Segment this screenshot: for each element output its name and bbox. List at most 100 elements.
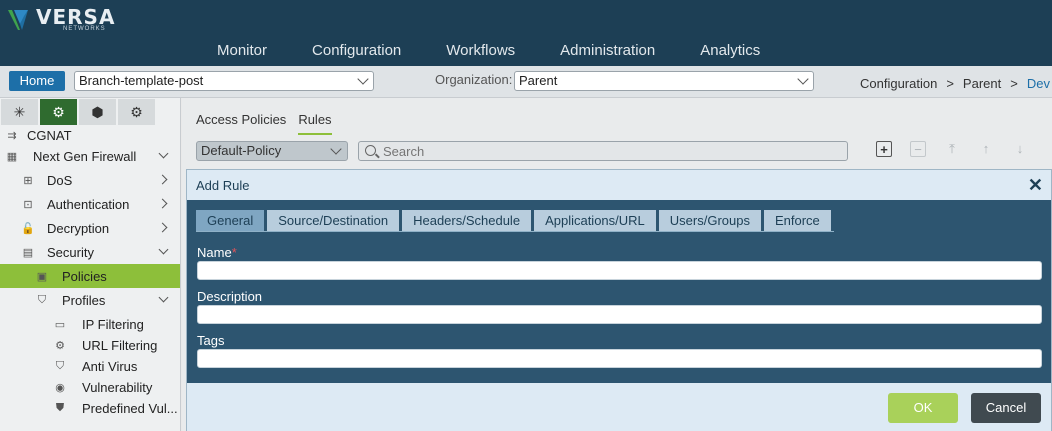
sidebar-item-label: URL Filtering (82, 338, 158, 353)
toolbar-icons: + − ⤒ ↑ ↓ (876, 141, 1046, 157)
breadcrumb-device[interactable]: Dev (1027, 76, 1050, 91)
sidebar-item-label: Next Gen Firewall (33, 148, 137, 164)
network-icon[interactable]: ✳ (1, 99, 38, 125)
dialog-footer: OK Cancel (187, 383, 1051, 431)
tab-source-destination[interactable]: Source/Destination (267, 210, 400, 231)
chevron-down-icon (357, 73, 369, 85)
tab-applications-url[interactable]: Applications/URL (534, 210, 656, 231)
move-down-icon[interactable]: ↓ (1012, 141, 1028, 157)
authentication-icon: ⊡ (23, 198, 33, 211)
sidebar-item-cgnat[interactable]: ⇉ CGNAT (0, 126, 180, 144)
organization-label: Organization: (435, 72, 513, 87)
rules-toolbar: Default-Policy + − ⤒ ↑ ↓ (196, 141, 1046, 163)
dialog-header: Add Rule ✕ (187, 170, 1051, 200)
nav-configuration[interactable]: Configuration (312, 42, 401, 59)
tags-field[interactable] (197, 349, 1042, 368)
sidebar-item-vulnerability[interactable]: ◉ Vulnerability (0, 377, 180, 398)
ok-button[interactable]: OK (888, 393, 958, 423)
sidebar-item-label: Security (47, 244, 94, 260)
sidebar: ✳ ⚙ ⬢ ⚙ ⇉ CGNAT ▦ Next Gen Firewall ⊞ Do… (0, 98, 181, 431)
sidebar-item-predefined-vulnerability[interactable]: ⛊ Predefined Vul... (0, 398, 180, 419)
organization-select[interactable]: Parent (514, 71, 814, 91)
security-icon: ▤ (22, 246, 34, 259)
close-icon[interactable]: ✕ (1028, 175, 1043, 196)
sidebar-item-security[interactable]: ▤ Security (0, 240, 180, 264)
brand-name: VERSA (36, 5, 116, 29)
search-icon (365, 145, 376, 156)
chevron-right-icon (157, 174, 168, 185)
sidebar-item-url-filtering[interactable]: ⚙ URL Filtering (0, 335, 180, 356)
sidebar-item-label: Anti Virus (82, 359, 138, 374)
template-select-value: Branch-template-post (79, 73, 204, 88)
tab-general[interactable]: General (196, 210, 265, 231)
name-field[interactable] (197, 261, 1042, 280)
organization-select-value: Parent (519, 73, 558, 88)
nav-monitor[interactable]: Monitor (217, 42, 267, 59)
policy-select[interactable]: Default-Policy (196, 141, 348, 161)
firewall-icon: ▦ (6, 150, 18, 163)
chevron-down-icon (797, 73, 809, 85)
sidebar-item-anti-virus[interactable]: ⛉ Anti Virus (0, 356, 180, 377)
tab-headers-schedule[interactable]: Headers/Schedule (402, 210, 532, 231)
shield-icon: ⛉ (37, 293, 47, 306)
sidebar-item-label: Profiles (62, 292, 106, 308)
top-header: VERSA NETWORKS Monitor Configuration Wor… (0, 0, 1052, 66)
shield-icon: ⛊ (55, 402, 65, 414)
sidebar-item-label: Decryption (47, 220, 110, 236)
sidebar-item-label: CGNAT (27, 127, 72, 143)
sidebar-item-dos[interactable]: ⊞ DoS (0, 168, 180, 192)
dialog-tabs: General Source/Destination Headers/Sched… (196, 210, 834, 232)
url-filter-icon: ⚙ (55, 340, 65, 352)
lock-icon: 🔓 (21, 222, 35, 235)
sidebar-item-profiles[interactable]: ⛉ Profiles (0, 288, 180, 312)
cancel-button[interactable]: Cancel (971, 393, 1041, 423)
content-tabs: Access Policies Rules (196, 112, 344, 135)
versa-logo-mark-icon (6, 6, 32, 32)
tab-access-policies[interactable]: Access Policies (196, 112, 286, 135)
chevron-down-icon (158, 148, 169, 159)
breadcrumb-configuration[interactable]: Configuration (860, 76, 937, 91)
sidebar-item-next-gen-firewall[interactable]: ▦ Next Gen Firewall (0, 144, 180, 168)
move-up-icon[interactable]: ↑ (978, 141, 994, 157)
sidebar-tabs: ✳ ⚙ ⬢ ⚙ (0, 98, 180, 126)
sidebar-item-decryption[interactable]: 🔓 Decryption (0, 216, 180, 240)
breadcrumb: Configuration > Parent > Dev (860, 76, 1050, 91)
cube-icon[interactable]: ⬢ (79, 99, 116, 125)
settings-gear-icon[interactable]: ⚙ (118, 99, 155, 125)
search-input[interactable] (383, 143, 833, 159)
sidebar-item-label: Authentication (47, 196, 130, 212)
vulnerability-icon: ◉ (55, 382, 65, 394)
tab-enforce[interactable]: Enforce (763, 210, 831, 231)
breadcrumb-parent[interactable]: Parent (963, 76, 1001, 91)
chevron-down-icon (158, 244, 169, 255)
sidebar-item-policies[interactable]: ▣ Policies (0, 264, 180, 288)
tab-users-groups[interactable]: Users/Groups (658, 210, 761, 231)
chevron-down-icon (330, 143, 342, 155)
policy-select-value: Default-Policy (201, 143, 282, 158)
description-field[interactable] (197, 305, 1042, 324)
dos-icon: ⊞ (23, 174, 33, 187)
tags-label: Tags (197, 333, 225, 348)
sidebar-item-ip-filtering[interactable]: ▭ IP Filtering (0, 314, 180, 335)
move-top-icon[interactable]: ⤒ (944, 141, 960, 157)
nav-administration[interactable]: Administration (560, 42, 655, 59)
dialog-title: Add Rule (196, 178, 250, 193)
template-select[interactable]: Branch-template-post (74, 71, 374, 91)
required-marker: * (231, 245, 237, 260)
search-box (358, 141, 848, 161)
nav-analytics[interactable]: Analytics (700, 42, 760, 59)
home-button[interactable]: Home (9, 71, 65, 91)
remove-icon[interactable]: − (910, 141, 926, 157)
tab-rules[interactable]: Rules (298, 112, 332, 135)
sidebar-item-label: DoS (47, 172, 73, 188)
antivirus-icon: ⛉ (55, 360, 65, 372)
policies-icon: ▣ (36, 270, 48, 283)
nav-workflows[interactable]: Workflows (446, 42, 515, 59)
chevron-down-icon (158, 292, 169, 303)
add-icon[interactable]: + (876, 141, 892, 157)
sidebar-item-label: IP Filtering (82, 317, 144, 332)
main-nav: Monitor Configuration Workflows Administ… (195, 42, 805, 59)
gear-icon[interactable]: ⚙ (40, 99, 77, 125)
sidebar-item-authentication[interactable]: ⊡ Authentication (0, 192, 180, 216)
sidebar-item-label: Predefined Vul... (82, 401, 178, 416)
